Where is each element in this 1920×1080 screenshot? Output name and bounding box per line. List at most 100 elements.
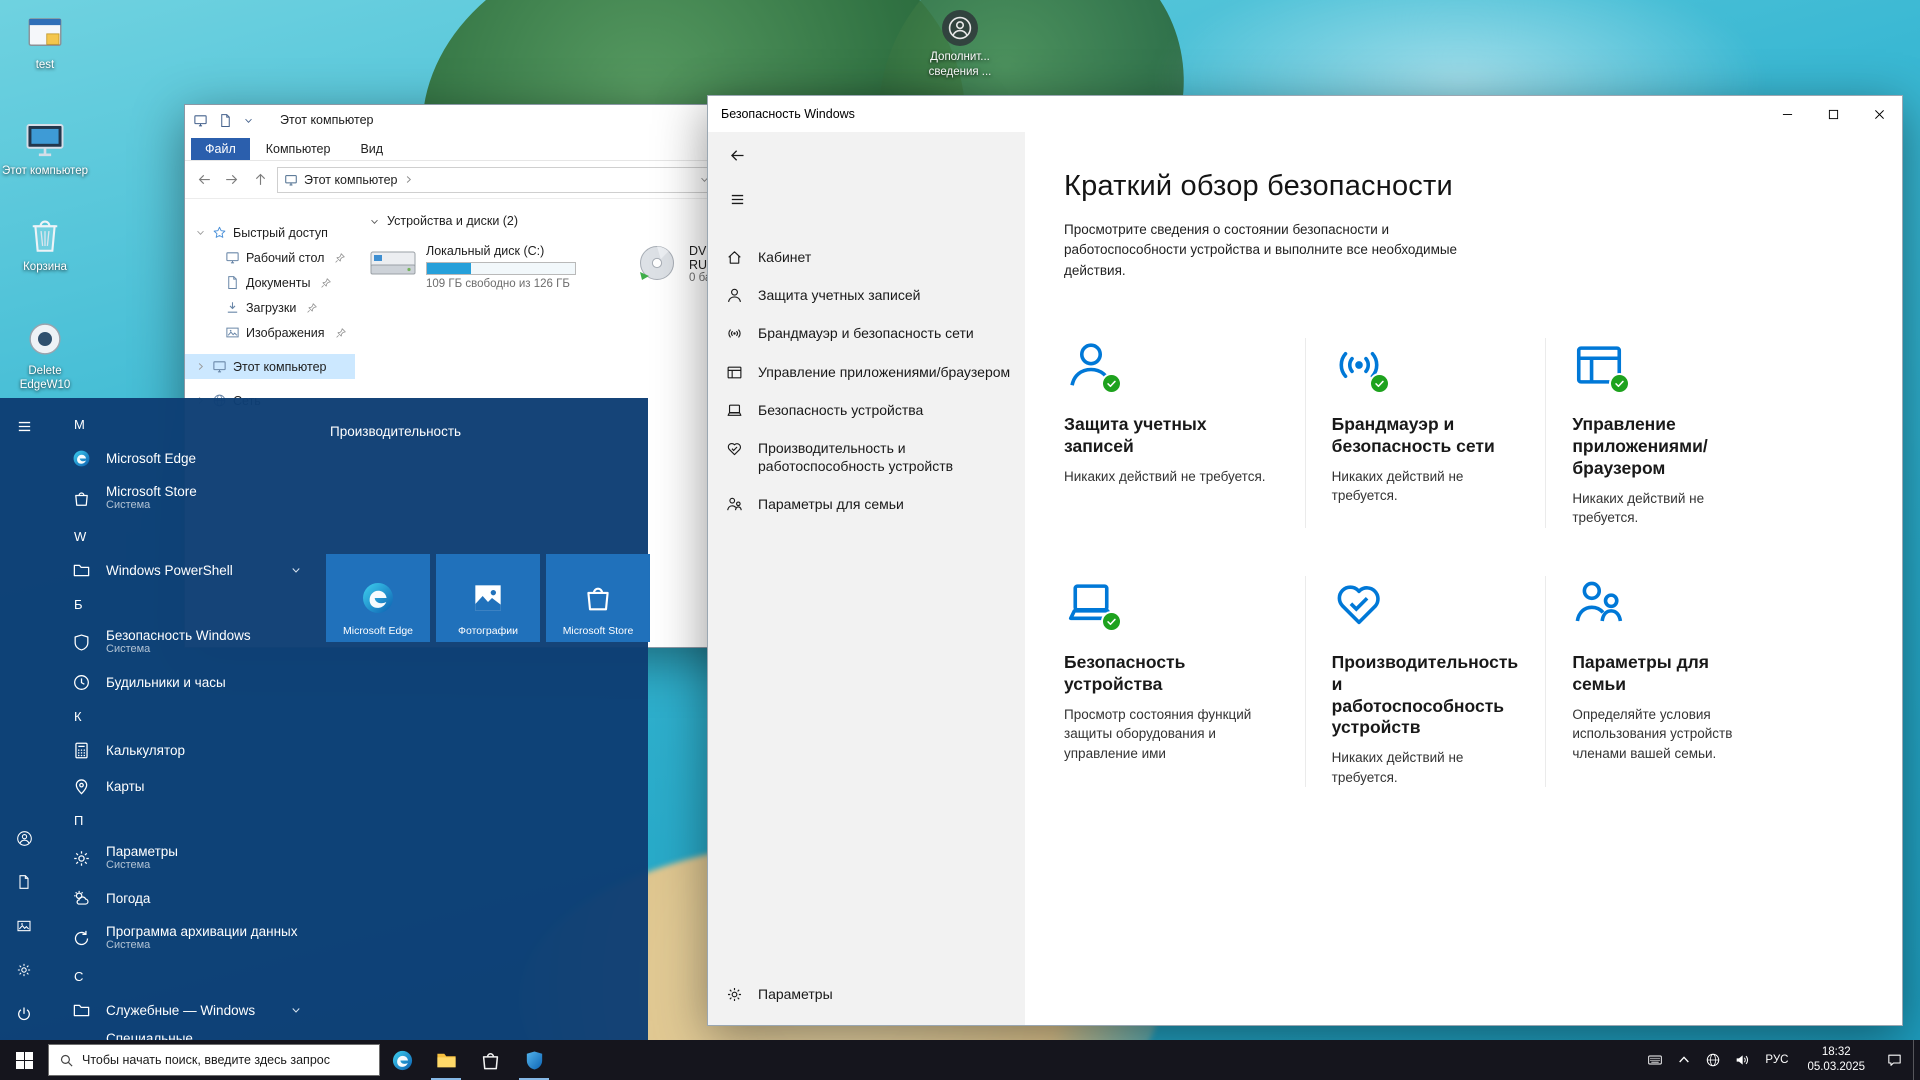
security-nav-device-security[interactable]: Безопасность устройства <box>708 391 1025 429</box>
card-device-security[interactable]: Безопасность устройства Просмотр состоян… <box>1064 576 1305 788</box>
security-nav-account-protection[interactable]: Защита учетных записей <box>708 276 1025 314</box>
letter-header-b[interactable]: Б <box>48 588 320 620</box>
back-icon[interactable] <box>193 169 215 191</box>
start-app-maps[interactable]: Карты <box>48 768 320 804</box>
network-signal-icon <box>1332 338 1386 392</box>
tile-group-label[interactable]: Производительность <box>330 424 648 439</box>
chevron-right-icon[interactable] <box>403 174 414 185</box>
desktop-icon-user-info[interactable]: Дополнит... сведения ... <box>900 10 1020 80</box>
security-nav-firewall[interactable]: Брандмауэр и безопасность сети <box>708 314 1025 352</box>
monitor-icon <box>225 250 240 265</box>
start-user-button[interactable] <box>0 816 48 860</box>
card-device-health[interactable]: Производительность и работоспособность у… <box>1305 576 1546 788</box>
security-nav-app-browser-control[interactable]: Управление приложениями/браузером <box>708 353 1025 391</box>
taskbar-store[interactable] <box>468 1040 512 1080</box>
taskbar-search[interactable] <box>48 1044 380 1076</box>
start-app-alarms[interactable]: Будильники и часы <box>48 664 320 700</box>
language-indicator[interactable]: РУС <box>1756 1040 1797 1080</box>
tab-view[interactable]: Вид <box>346 138 397 160</box>
desktop-icon-delete-edge[interactable]: Delete EdgeW10 <box>2 318 88 393</box>
security-nav-device-health[interactable]: Производительность и работоспособность у… <box>708 429 1025 485</box>
computer-icon <box>193 113 208 128</box>
security-nav-family-options[interactable]: Параметры для семьи <box>708 485 1025 523</box>
action-center-icon[interactable] <box>1875 1040 1913 1080</box>
start-power-button[interactable] <box>0 992 48 1036</box>
shield-icon <box>72 633 91 652</box>
back-icon[interactable] <box>720 140 754 170</box>
maximize-button[interactable] <box>1810 96 1856 132</box>
security-nav-home[interactable]: Кабинет <box>708 238 1025 276</box>
start-button[interactable] <box>0 1040 48 1080</box>
security-settings-link[interactable]: Параметры <box>708 975 1025 1013</box>
taskbar-windows-security[interactable] <box>512 1040 556 1080</box>
start-app-microsoft-store[interactable]: Microsoft StoreСистема <box>48 476 320 520</box>
desktop-icon-test[interactable]: test <box>2 12 88 72</box>
star-icon <box>212 225 227 240</box>
nav-documents[interactable]: Документы <box>185 270 355 295</box>
start-app-calculator[interactable]: Калькулятор <box>48 732 320 768</box>
chevron-down-icon[interactable] <box>195 227 206 238</box>
show-desktop-button[interactable] <box>1913 1040 1920 1080</box>
up-icon[interactable] <box>249 169 271 191</box>
nav-quick-access[interactable]: Быстрый доступ <box>185 220 355 245</box>
quick-access-toolbar[interactable] <box>193 113 254 128</box>
chevron-right-icon[interactable] <box>195 361 206 372</box>
card-family-options[interactable]: Параметры для семьи Определяйте условия … <box>1545 576 1786 788</box>
start-app-weather[interactable]: Погода <box>48 880 320 916</box>
search-input[interactable] <box>82 1053 369 1067</box>
letter-header-w[interactable]: W <box>48 520 320 552</box>
nav-pictures[interactable]: Изображения <box>185 320 355 345</box>
close-button[interactable] <box>1856 96 1902 132</box>
tile-photos[interactable]: Фотографии <box>436 554 540 642</box>
start-folder-windows-tools[interactable]: Служебные — Windows <box>48 992 320 1028</box>
menu-icon[interactable] <box>720 184 754 214</box>
card-firewall[interactable]: Брандмауэр и безопасность сети Никаких д… <box>1305 338 1546 528</box>
tile-microsoft-store[interactable]: Microsoft Store <box>546 554 650 642</box>
start-folder-powershell[interactable]: Windows PowerShell <box>48 552 320 588</box>
start-app-settings[interactable]: ПараметрыСистема <box>48 836 320 880</box>
network-icon[interactable] <box>1698 1040 1727 1080</box>
gear-icon <box>72 849 91 868</box>
nav-downloads[interactable]: Загрузки <box>185 295 355 320</box>
address-box[interactable]: Этот компьютер <box>277 167 717 193</box>
start-app-microsoft-edge[interactable]: Microsoft Edge <box>48 440 320 476</box>
tab-file[interactable]: Файл <box>191 138 250 160</box>
start-documents-button[interactable] <box>0 860 48 904</box>
desktop-icon-this-pc[interactable]: Этот компьютер <box>2 118 88 178</box>
properties-icon[interactable] <box>218 113 233 128</box>
taskbar-edge[interactable] <box>380 1040 424 1080</box>
shield-icon <box>523 1049 546 1072</box>
start-settings-button[interactable] <box>0 948 48 992</box>
ok-check-icon <box>1101 611 1122 632</box>
chevron-down-icon[interactable] <box>243 115 254 126</box>
forward-icon[interactable] <box>221 169 243 191</box>
pin-icon <box>334 252 346 264</box>
letter-header-s[interactable]: С <box>48 960 320 992</box>
chevron-down-icon[interactable] <box>369 216 380 227</box>
window-title: Этот компьютер <box>280 113 373 127</box>
tile-microsoft-edge[interactable]: Microsoft Edge <box>326 554 430 642</box>
start-expand-button[interactable] <box>0 404 48 448</box>
touch-keyboard-icon[interactable] <box>1640 1040 1669 1080</box>
letter-header-k[interactable]: К <box>48 700 320 732</box>
volume-icon[interactable] <box>1727 1040 1756 1080</box>
address-text[interactable]: Этот компьютер <box>304 173 397 187</box>
start-app-windows-security[interactable]: Безопасность WindowsСистема <box>48 620 320 664</box>
nav-desktop[interactable]: Рабочий стол <box>185 245 355 270</box>
start-pictures-button[interactable] <box>0 904 48 948</box>
nav-this-pc[interactable]: Этот компьютер <box>185 354 355 379</box>
minimize-button[interactable] <box>1764 96 1810 132</box>
desktop-icon-recycle-bin[interactable]: Корзина <box>2 214 88 274</box>
hidden-icons-chevron-icon[interactable] <box>1669 1040 1698 1080</box>
taskbar-explorer[interactable] <box>424 1040 468 1080</box>
drive-c-item[interactable]: Локальный диск (C:) 109 ГБ свободно из 1… <box>369 244 576 290</box>
card-app-browser-control[interactable]: Управление приложениями/браузером Никаки… <box>1545 338 1786 528</box>
letter-header-m[interactable]: М <box>48 408 320 440</box>
card-account-protection[interactable]: Защита учетных записей Никаких действий … <box>1064 338 1305 528</box>
start-folder-accessibility[interactable]: Специальные возможности Win <box>48 1028 320 1040</box>
clock[interactable]: 18:32 05.03.2025 <box>1797 1045 1875 1075</box>
letter-header-p[interactable]: П <box>48 804 320 836</box>
security-titlebar[interactable]: Безопасность Windows <box>708 96 1902 132</box>
tab-computer[interactable]: Компьютер <box>252 138 345 160</box>
start-app-backup[interactable]: Программа архивации данныхСистема <box>48 916 320 960</box>
